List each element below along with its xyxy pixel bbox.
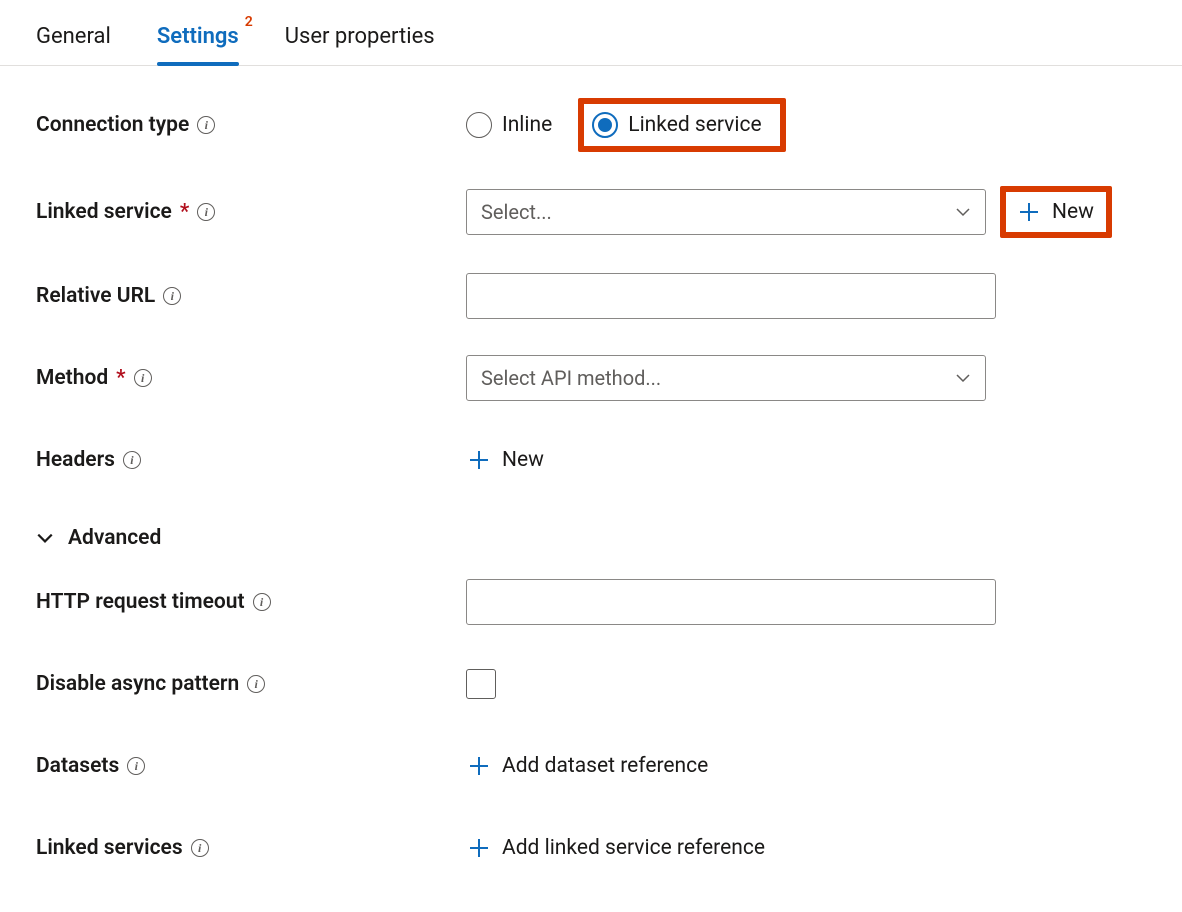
row-headers: Headers i New — [36, 436, 1146, 484]
label-headers: Headers i — [36, 448, 466, 472]
chevron-down-icon — [955, 204, 971, 220]
radio-inline[interactable]: Inline — [466, 112, 552, 138]
add-dataset-button[interactable]: Add dataset reference — [466, 748, 710, 784]
chevron-down-icon — [955, 370, 971, 386]
field-linked-services: Add linked service reference — [466, 830, 1146, 866]
info-icon[interactable]: i — [127, 757, 145, 775]
tab-user-properties-label: User properties — [285, 24, 435, 49]
info-icon[interactable]: i — [247, 675, 265, 693]
relative-url-input[interactable] — [466, 273, 996, 319]
plus-icon — [468, 755, 490, 777]
radio-linked-service[interactable]: Linked service — [592, 112, 761, 138]
row-http-timeout: HTTP request timeout i — [36, 578, 1146, 626]
field-disable-async — [466, 669, 1146, 699]
row-relative-url: Relative URL i — [36, 272, 1146, 320]
label-datasets: Datasets i — [36, 754, 466, 778]
plus-icon — [1018, 201, 1040, 223]
tab-general[interactable]: General — [36, 24, 111, 65]
info-icon[interactable]: i — [197, 203, 215, 221]
label-disable-async: Disable async pattern i — [36, 672, 466, 696]
label-method: Method * i — [36, 366, 466, 390]
chevron-down-icon — [36, 529, 54, 547]
add-header-button[interactable]: New — [466, 442, 546, 478]
label-linked-services-text: Linked services — [36, 836, 183, 860]
field-method: Select API method... — [466, 355, 1146, 401]
add-dataset-label: Add dataset reference — [502, 754, 708, 778]
field-linked-service: Select... New — [466, 186, 1146, 238]
row-linked-service: Linked service * i Select... New — [36, 186, 1146, 238]
info-icon[interactable]: i — [253, 593, 271, 611]
tab-bar: General Settings 2 User properties — [0, 0, 1182, 66]
row-method: Method * i Select API method... — [36, 354, 1146, 402]
add-linked-service-ref-label: Add linked service reference — [502, 836, 765, 860]
tab-settings-badge: 2 — [245, 14, 253, 30]
label-linked-services: Linked services i — [36, 836, 466, 860]
row-disable-async: Disable async pattern i — [36, 660, 1146, 708]
info-icon[interactable]: i — [197, 116, 215, 134]
tab-settings-label: Settings — [157, 24, 239, 49]
required-marker: * — [116, 366, 125, 390]
settings-form: General Settings 2 User properties Conne… — [0, 0, 1182, 912]
info-icon[interactable]: i — [163, 287, 181, 305]
form-body: Connection type i Inline Linked service — [0, 66, 1182, 912]
advanced-label: Advanced — [68, 526, 161, 550]
linked-service-select[interactable]: Select... — [466, 189, 986, 235]
label-http-timeout-text: HTTP request timeout — [36, 590, 245, 614]
tab-user-properties[interactable]: User properties — [285, 24, 435, 65]
label-connection-type-text: Connection type — [36, 113, 189, 137]
label-relative-url-text: Relative URL — [36, 284, 155, 308]
tab-general-label: General — [36, 24, 111, 49]
advanced-section-toggle[interactable]: Advanced — [36, 526, 161, 550]
info-icon[interactable]: i — [134, 369, 152, 387]
new-linked-service-label: New — [1052, 200, 1094, 224]
linked-service-select-placeholder: Select... — [481, 200, 955, 224]
highlight-linked-service: Linked service — [578, 98, 785, 152]
connection-type-radio-group: Inline Linked service — [466, 98, 786, 152]
radio-linked-service-label: Linked service — [628, 113, 761, 137]
plus-icon — [468, 449, 490, 471]
label-linked-service-text: Linked service — [36, 200, 172, 224]
method-select[interactable]: Select API method... — [466, 355, 986, 401]
radio-circle-icon — [592, 112, 618, 138]
row-linked-services: Linked services i Add linked service ref… — [36, 824, 1146, 872]
radio-inline-label: Inline — [502, 113, 552, 137]
add-header-label: New — [502, 448, 544, 472]
field-connection-type: Inline Linked service — [466, 98, 1146, 152]
http-timeout-input[interactable] — [466, 579, 996, 625]
highlight-new-linked-service: New — [1000, 186, 1112, 238]
label-relative-url: Relative URL i — [36, 284, 466, 308]
row-connection-type: Connection type i Inline Linked service — [36, 98, 1146, 152]
disable-async-checkbox[interactable] — [466, 669, 496, 699]
label-method-text: Method — [36, 366, 108, 390]
field-http-timeout — [466, 579, 1146, 625]
label-connection-type: Connection type i — [36, 113, 466, 137]
field-relative-url — [466, 273, 1146, 319]
radio-circle-icon — [466, 112, 492, 138]
label-disable-async-text: Disable async pattern — [36, 672, 239, 696]
row-datasets: Datasets i Add dataset reference — [36, 742, 1146, 790]
plus-icon — [468, 837, 490, 859]
method-select-placeholder: Select API method... — [481, 366, 955, 390]
add-linked-service-ref-button[interactable]: Add linked service reference — [466, 830, 767, 866]
label-datasets-text: Datasets — [36, 754, 119, 778]
info-icon[interactable]: i — [123, 451, 141, 469]
field-headers: New — [466, 442, 1146, 478]
field-datasets: Add dataset reference — [466, 748, 1146, 784]
label-headers-text: Headers — [36, 448, 115, 472]
info-icon[interactable]: i — [191, 839, 209, 857]
required-marker: * — [180, 200, 189, 224]
new-linked-service-button[interactable]: New — [1016, 194, 1096, 230]
label-http-timeout: HTTP request timeout i — [36, 590, 466, 614]
label-linked-service: Linked service * i — [36, 200, 466, 224]
tab-settings[interactable]: Settings 2 — [157, 24, 239, 65]
